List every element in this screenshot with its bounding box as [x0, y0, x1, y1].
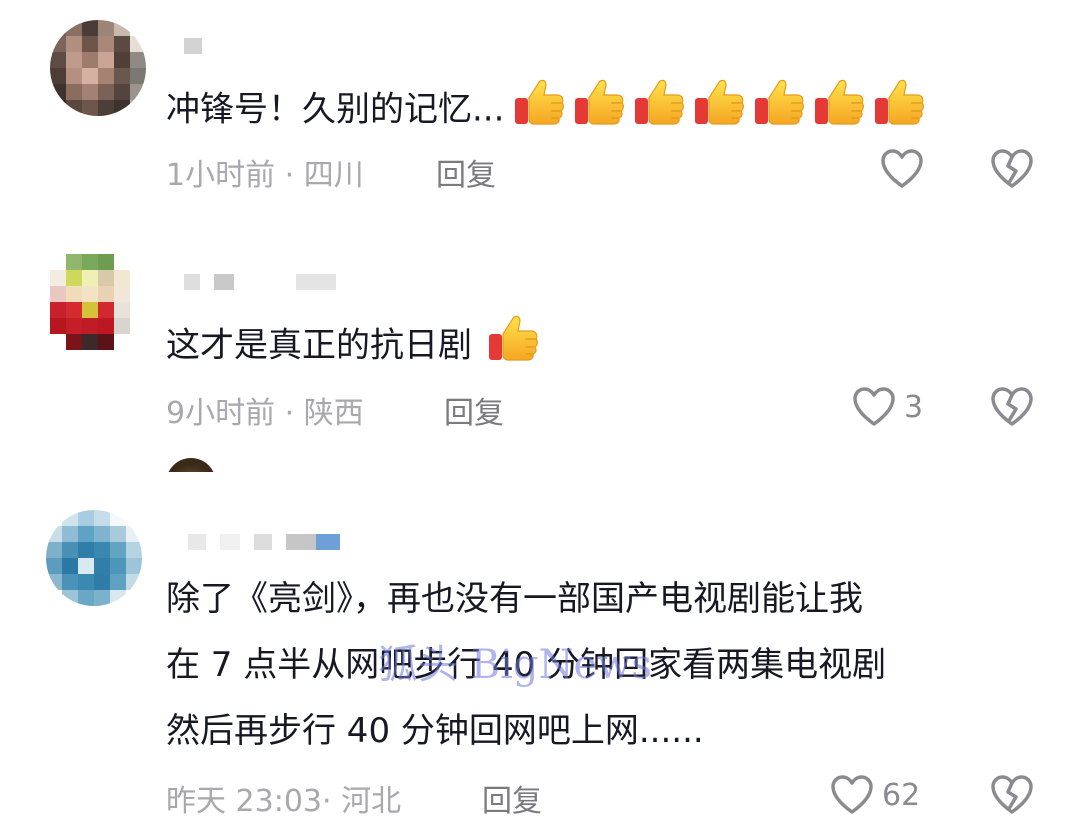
comment-time: 9小时前	[166, 396, 276, 431]
username-masked[interactable]	[188, 532, 340, 552]
comment-text: 这才是真正的抗日剧	[166, 310, 540, 384]
thumbs-up-emoji-group	[486, 310, 540, 384]
comment-time: 1小时前	[166, 158, 276, 193]
thumbs-up-emoji	[512, 74, 566, 148]
meta-separator: ·	[322, 784, 342, 819]
thumbs-up-emoji	[572, 74, 626, 148]
thumbs-up-emoji	[692, 74, 746, 148]
like-button[interactable]: 62	[830, 774, 920, 816]
thumbs-up-emoji-group	[512, 74, 926, 148]
comment-text-line-1: 除了《亮剑》，再也没有一部国产电视剧能让我	[166, 579, 863, 619]
thumbs-up-emoji	[812, 74, 866, 148]
avatar[interactable]	[50, 20, 146, 116]
comment-meta: 1小时前 · 四川	[166, 150, 364, 194]
comment-meta: 9小时前 · 陕西	[166, 388, 364, 432]
comment-location: 河北	[341, 784, 402, 819]
broken-heart-icon	[990, 386, 1034, 428]
like-button[interactable]	[880, 148, 932, 190]
meta-separator: ·	[275, 158, 304, 193]
avatar[interactable]	[46, 510, 142, 606]
comment-meta: 昨天 23:03· 河北	[166, 776, 401, 820]
reply-avatar-partial	[166, 458, 216, 472]
broken-heart-icon	[990, 148, 1034, 190]
thumbs-up-emoji	[632, 74, 686, 148]
comment-time: 昨天 23:03	[166, 784, 322, 819]
username-masked[interactable]	[184, 36, 202, 56]
reply-button[interactable]: 回复	[444, 388, 504, 432]
comment-text: 除了《亮剑》，再也没有一部国产电视剧能让我 在 7 点半从网吧步行 40 分钟回…	[166, 566, 886, 764]
reply-button[interactable]: 回复	[482, 776, 542, 820]
thumbs-up-emoji	[872, 74, 926, 148]
comment-text-line-2: 在 7 点半从网吧步行 40 分钟回家看两集电视剧	[166, 645, 887, 685]
username-masked[interactable]	[184, 272, 336, 292]
comment-text: 冲锋号！久别的记忆...	[166, 74, 926, 148]
heart-outline-icon	[830, 774, 874, 816]
meta-separator: ·	[275, 396, 304, 431]
heart-outline-icon	[852, 386, 896, 428]
comment-location: 陕西	[303, 396, 364, 431]
like-count: 62	[882, 777, 921, 813]
avatar[interactable]	[50, 254, 146, 350]
comment-text-line-3: 然后再步行 40 分钟回网吧上网......	[166, 711, 704, 751]
broken-heart-icon	[990, 774, 1034, 816]
heart-outline-icon	[880, 148, 924, 190]
thumbs-up-emoji	[486, 310, 540, 384]
thumbs-up-emoji	[752, 74, 806, 148]
comment-location: 四川	[303, 158, 364, 193]
dislike-button[interactable]	[990, 774, 1034, 816]
like-button[interactable]: 3	[852, 386, 923, 428]
dislike-button[interactable]	[990, 386, 1034, 428]
reply-button[interactable]: 回复	[436, 150, 496, 194]
dislike-button[interactable]	[990, 148, 1034, 190]
like-count: 3	[904, 389, 924, 425]
